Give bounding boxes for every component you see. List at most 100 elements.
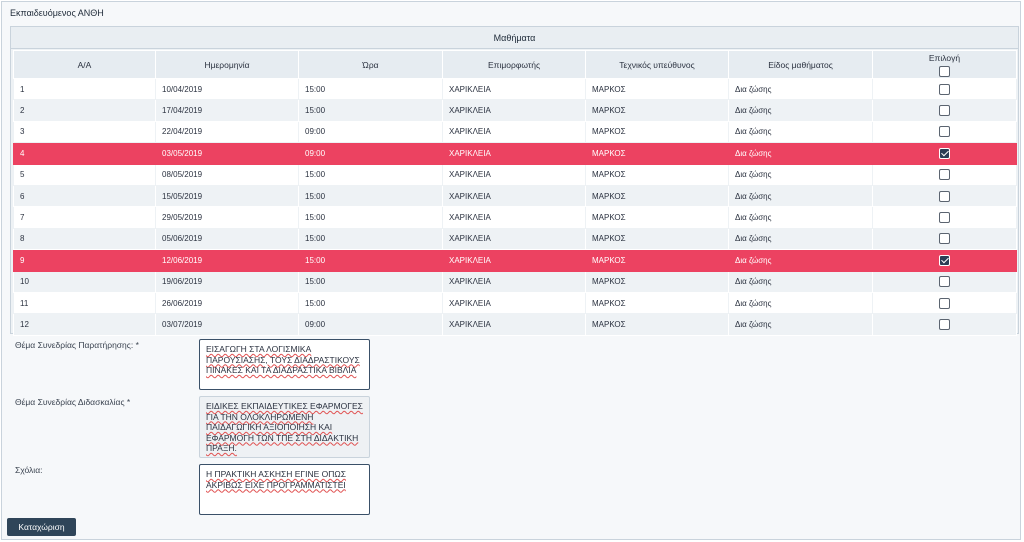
table-row[interactable]: 10 19/06/2019 15:00 ΧΑΡΙΚΛΕΙΑ ΜΑΡΚΟΣ Δια ζώση… xyxy=(13,270,1017,293)
observation-topic-field[interactable]: ΕΙΣΑΓΩΓΗ ΣΤΑ ΛΟΓΙΣΜΙΚΑ ΠΑΡΟΥΣΙΑΣΗΣ, ΤΟΥΣ… xyxy=(199,339,370,390)
row-number: 5 xyxy=(13,163,156,186)
row-select-cell xyxy=(872,270,1017,293)
table-row[interactable]: 6 15/05/2019 15:00 ΧΑΡΙΚΛΕΙΑ ΜΑΡΚΟΣ Δια ζώσης xyxy=(13,184,1017,208)
row-type: Δια ζώσης xyxy=(728,77,873,101)
row-select-checkbox[interactable] xyxy=(939,126,950,138)
comments-field[interactable]: Η ΠΡΑΚΤΙΚΗ ΑΣΚΗΣΗ ΕΓΙΝΕ ΟΠΩΣ ΑΚΡΙΒΩΣ ΕΙΧ… xyxy=(199,464,370,515)
row-date: 15/05/2019 xyxy=(155,184,299,208)
table-row[interactable]: 12 03/07/2019 09:00 ΧΑΡΙΚΛΕΙΑ ΜΑΡΚΟΣ Δια ζώση… xyxy=(13,313,1017,336)
submit-button[interactable]: Καταχώριση xyxy=(7,518,76,536)
table-row[interactable]: 8 05/06/2019 15:00 ΧΑΡΙΚΛΕΙΑ ΜΑΡΚΟΣ Δια ζώσης xyxy=(13,227,1017,251)
row-tech: ΜΑΡΚΟΣ xyxy=(585,206,729,229)
row-select-cell xyxy=(872,77,1017,101)
row-number: 10 xyxy=(13,270,156,293)
table-row[interactable]: 9 12/06/2019 15:00 ΧΑΡΙΚΛΕΙΑ ΜΑΡΚΟΣ Δια ζώσης xyxy=(13,249,1017,272)
row-number: 4 xyxy=(13,142,156,165)
table-row[interactable]: 1 10/04/2019 15:00 ΧΑΡΙΚΛΕΙΑ ΜΑΡΚΟΣ Δια ζώσης xyxy=(13,77,1017,101)
table-row[interactable]: 3 22/04/2019 09:00 ΧΑΡΙΚΛΕΙΑ ΜΑΡΚΟΣ Δια ζώσης xyxy=(13,120,1017,144)
row-type: Δια ζώσης xyxy=(728,206,873,229)
row-trainer: ΧΑΡΙΚΛΕΙΑ xyxy=(442,77,586,101)
row-tech: ΜΑΡΚΟΣ xyxy=(585,249,729,272)
row-select-cell xyxy=(872,206,1017,229)
row-select-cell xyxy=(872,99,1017,122)
trainee-panel: Εκπαιδευόμενος ΑΝΘΗ Μαθήματα Α/Α Ημερομη… xyxy=(1,1,1021,540)
row-time: 15:00 xyxy=(298,206,443,229)
row-date: 08/05/2019 xyxy=(155,163,299,186)
table-caption: Μαθήματα xyxy=(11,27,1018,49)
row-time: 09:00 xyxy=(298,313,443,336)
row-time: 15:00 xyxy=(298,227,443,251)
row-time: 15:00 xyxy=(298,291,443,315)
row-type: Δια ζώσης xyxy=(728,270,873,293)
row-time: 15:00 xyxy=(298,77,443,101)
row-select-cell xyxy=(872,184,1017,208)
row-type: Δια ζώσης xyxy=(728,99,873,122)
row-type: Δια ζώσης xyxy=(728,227,873,251)
row-number: 1 xyxy=(13,77,156,101)
row-type: Δια ζώσης xyxy=(728,249,873,272)
comments-label: Σχόλια: xyxy=(15,465,43,475)
column-header-select: Επιλογή xyxy=(872,50,1017,79)
row-time: 15:00 xyxy=(298,163,443,186)
row-date: 05/06/2019 xyxy=(155,227,299,251)
row-select-checkbox[interactable] xyxy=(939,254,950,266)
row-tech: ΜΑΡΚΟΣ xyxy=(585,313,729,336)
row-date: 26/06/2019 xyxy=(155,291,299,315)
row-trainer: ΧΑΡΙΚΛΕΙΑ xyxy=(442,163,586,186)
row-select-cell xyxy=(872,227,1017,251)
row-select-cell xyxy=(872,291,1017,315)
row-trainer: ΧΑΡΙΚΛΕΙΑ xyxy=(442,206,586,229)
teaching-topic-label: Θέμα Συνεδρίας Διδασκαλίας * xyxy=(15,397,131,407)
teaching-topic-field: ΕΙΔΙΚΕΣ ΕΚΠΑΙΔΕΥΤΙΚΕΣ ΕΦΑΡΜΟΓΕΣ ΓΙΑ ΤΗΝ … xyxy=(199,396,370,458)
row-trainer: ΧΑΡΙΚΛΕΙΑ xyxy=(442,184,586,208)
select-header-label: Επιλογή xyxy=(928,53,961,63)
row-tech: ΜΑΡΚΟΣ xyxy=(585,227,729,251)
row-type: Δια ζώσης xyxy=(728,313,873,336)
table-row[interactable]: 11 26/06/2019 15:00 ΧΑΡΙΚΛΕΙΑ ΜΑΡΚΟΣ Δια ζώση… xyxy=(13,291,1017,315)
panel-title: Εκπαιδευόμενος ΑΝΘΗ xyxy=(10,8,104,18)
row-select-checkbox[interactable] xyxy=(939,169,950,181)
row-select-checkbox[interactable] xyxy=(939,297,950,309)
table-row[interactable]: 7 29/05/2019 15:00 ΧΑΡΙΚΛΕΙΑ ΜΑΡΚΟΣ Δια ζώσης xyxy=(13,206,1017,229)
row-select-cell xyxy=(872,120,1017,144)
row-date: 03/07/2019 xyxy=(155,313,299,336)
row-select-checkbox[interactable] xyxy=(939,212,950,224)
row-type: Δια ζώσης xyxy=(728,291,873,315)
row-number: 8 xyxy=(13,227,156,251)
table-row[interactable]: 2 17/04/2019 15:00 ΧΑΡΙΚΛΕΙΑ ΜΑΡΚΟΣ Δια ζώσης xyxy=(13,99,1017,122)
row-number: 2 xyxy=(13,99,156,122)
row-select-cell xyxy=(872,142,1017,165)
row-type: Δια ζώσης xyxy=(728,142,873,165)
row-select-checkbox[interactable] xyxy=(939,83,950,95)
column-header-trainer: Επιμορφωτής xyxy=(442,50,586,79)
row-trainer: ΧΑΡΙΚΛΕΙΑ xyxy=(442,270,586,293)
row-trainer: ΧΑΡΙΚΛΕΙΑ xyxy=(442,120,586,144)
row-select-checkbox[interactable] xyxy=(939,147,950,159)
row-trainer: ΧΑΡΙΚΛΕΙΑ xyxy=(442,99,586,122)
row-tech: ΜΑΡΚΟΣ xyxy=(585,99,729,122)
row-select-cell xyxy=(872,313,1017,336)
row-tech: ΜΑΡΚΟΣ xyxy=(585,77,729,101)
row-type: Δια ζώσης xyxy=(728,184,873,208)
column-header-type: Είδος μαθήματος xyxy=(728,50,873,79)
row-select-checkbox[interactable] xyxy=(939,276,950,288)
row-select-checkbox[interactable] xyxy=(939,190,950,202)
observation-topic-label: Θέμα Συνεδρίας Παρατήρησης: * xyxy=(15,340,139,350)
select-all-checkbox[interactable] xyxy=(939,66,950,77)
row-tech: ΜΑΡΚΟΣ xyxy=(585,142,729,165)
row-date: 03/05/2019 xyxy=(155,142,299,165)
row-time: 09:00 xyxy=(298,120,443,144)
table-row[interactable]: 4 03/05/2019 09:00 ΧΑΡΙΚΛΕΙΑ ΜΑΡΚΟΣ Δια ζώσης xyxy=(13,142,1017,165)
column-header-aa: Α/Α xyxy=(13,50,156,79)
row-number: 3 xyxy=(13,120,156,144)
row-select-checkbox[interactable] xyxy=(939,233,950,245)
row-select-checkbox[interactable] xyxy=(939,318,950,330)
column-header-time: Ώρα xyxy=(298,50,443,79)
observation-topic-value: ΕΙΣΑΓΩΓΗ ΣΤΑ ΛΟΓΙΣΜΙΚΑ ΠΑΡΟΥΣΙΑΣΗΣ, ΤΟΥΣ… xyxy=(206,344,360,375)
table-body: 1 10/04/2019 15:00 ΧΑΡΙΚΛΕΙΑ ΜΑΡΚΟΣ Δια ζώσης… xyxy=(13,77,1017,336)
row-time: 15:00 xyxy=(298,249,443,272)
row-time: 09:00 xyxy=(298,142,443,165)
row-select-checkbox[interactable] xyxy=(939,105,950,117)
table-row[interactable]: 5 08/05/2019 15:00 ΧΑΡΙΚΛΕΙΑ ΜΑΡΚΟΣ Δια ζώσης xyxy=(13,163,1017,186)
row-tech: ΜΑΡΚΟΣ xyxy=(585,163,729,186)
